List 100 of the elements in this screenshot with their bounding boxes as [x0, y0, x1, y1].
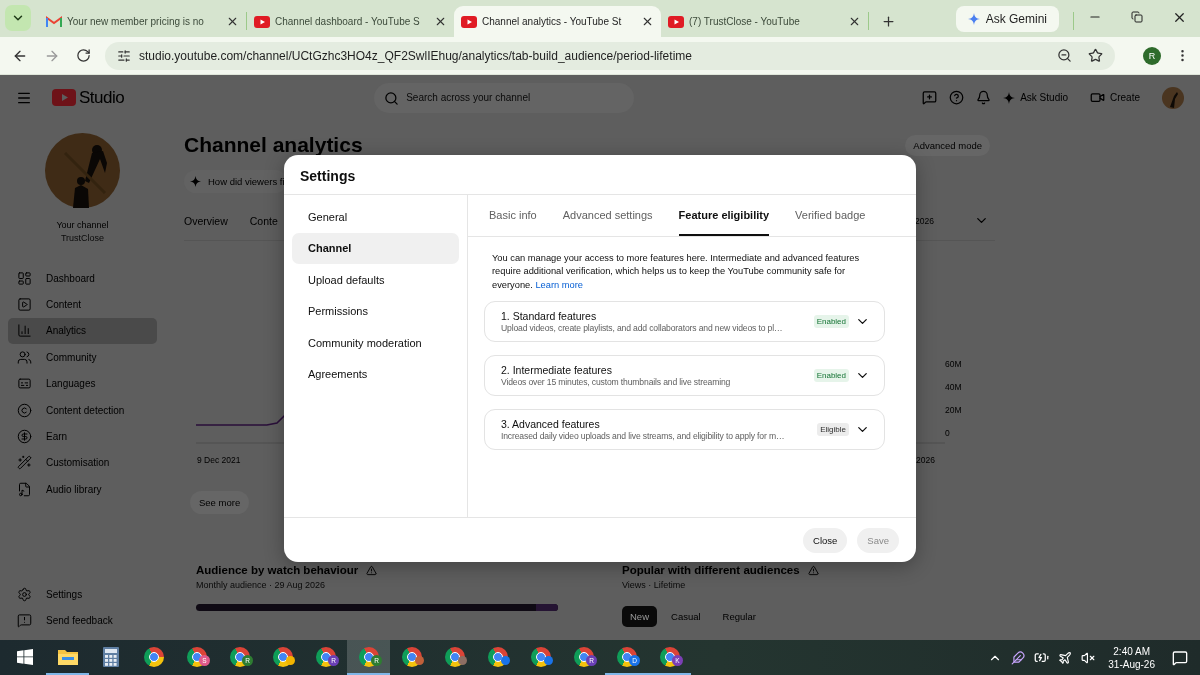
axis-label: 0: [945, 428, 950, 438]
youtube-icon: [254, 15, 270, 28]
help-icon[interactable]: [949, 90, 965, 105]
advanced-mode-button[interactable]: Advanced mode: [905, 134, 990, 156]
search-field[interactable]: Search across your channel: [374, 82, 635, 113]
close-icon[interactable]: [226, 15, 239, 28]
feature-card[interactable]: 3. Advanced features Increased daily video uploads and live streams, and eligibility to apply for m… Eligible: [484, 408, 885, 450]
close-icon[interactable]: [641, 15, 654, 28]
clock-date[interactable]: 31-Aug-26: [1108, 658, 1155, 670]
youtube-icon: [668, 15, 684, 28]
windows-logo-icon: [16, 648, 33, 665]
zoom-icon[interactable]: [1057, 48, 1072, 63]
feature-card[interactable]: 2. Intermediate features Videos over 15 minutes, custom thumbnails and live streaming Enabled: [484, 354, 885, 396]
sparkle-icon: [967, 13, 980, 25]
feature-title: 3. Advanced features: [501, 417, 601, 430]
video-plus-icon: [1090, 90, 1105, 105]
create-button[interactable]: Create: [1090, 90, 1140, 105]
tab-search-button[interactable]: [5, 5, 31, 31]
see-more-button[interactable]: See more: [190, 491, 250, 514]
address-field[interactable]: studio.youtube.com/channel/UCtGzhc3HO4z_QF2SwlIEhug/analytics/tab-build_audience/period-lifetime: [105, 41, 1115, 70]
chrome-icon: [659, 646, 680, 667]
status-badge: Enabled: [813, 368, 849, 382]
ask-studio-button[interactable]: Ask Studio: [1003, 91, 1068, 104]
site-info-icon[interactable]: [117, 48, 131, 63]
sidebar-item[interactable]: Send feedback: [8, 607, 157, 634]
dialog-title: Settings: [284, 155, 916, 195]
sidebar-item[interactable]: Community: [8, 344, 157, 371]
sidebar-item[interactable]: Audio library: [8, 476, 157, 503]
sidebar-item[interactable]: Settings: [8, 581, 157, 608]
filter-chip[interactable]: New: [622, 606, 657, 627]
ask-prompt-chip[interactable]: How did viewers fi: [184, 170, 287, 193]
axis-label: 60M: [945, 359, 962, 369]
learn-more-link[interactable]: Learn more: [535, 279, 583, 290]
chrome-icon: [186, 646, 207, 667]
analytics-tab[interactable]: Overview: [184, 214, 228, 227]
battery-icon[interactable]: [1034, 650, 1050, 665]
plus-icon: [881, 14, 896, 29]
notifications-icon[interactable]: [976, 90, 992, 105]
sidebar-item[interactable]: Earn: [8, 423, 157, 450]
sidebar-item[interactable]: Languages: [8, 370, 157, 397]
tab-title: Channel dashboard - YouTube S: [275, 16, 421, 27]
sidebar-item[interactable]: Content: [8, 291, 157, 318]
settings-tab[interactable]: Verified badge: [795, 195, 866, 236]
feature-title: 2. Intermediate features: [501, 363, 613, 376]
airplane-icon[interactable]: [1058, 650, 1073, 665]
feedback-icon: [17, 613, 32, 629]
play-logo-icon: [52, 89, 76, 106]
settings-nav-item[interactable]: General: [292, 201, 459, 232]
sidebar-item[interactable]: Dashboard: [8, 265, 157, 292]
browser-tab[interactable]: (7) TrustClose - YouTube: [661, 6, 868, 37]
chrome-icon: [444, 646, 465, 667]
settings-tab[interactable]: Basic info: [489, 195, 537, 236]
chrome-icon: [143, 646, 164, 667]
filter-chip[interactable]: Casual: [663, 606, 709, 627]
axis-label: 9 Dec 2021: [197, 455, 241, 465]
warning-icon[interactable]: [366, 564, 378, 576]
chrome-icon: [401, 646, 422, 667]
close-icon[interactable]: [434, 15, 447, 28]
axis-label: 20M: [945, 405, 962, 415]
settings-nav-item[interactable]: Permissions: [292, 295, 459, 327]
settings-nav-item[interactable]: Agreements: [292, 358, 459, 390]
sidebar-item[interactable]: Customisation: [8, 449, 157, 477]
settings-tab[interactable]: Feature eligibility: [678, 195, 770, 236]
browser-tab[interactable]: Channel analytics - YouTube St: [454, 6, 661, 37]
muted-speaker-icon[interactable]: [1081, 650, 1096, 665]
bookmark-star-icon[interactable]: [1088, 48, 1103, 63]
chrome-icon: [358, 646, 379, 667]
browser-tab[interactable]: Your new member pricing is no: [39, 6, 246, 37]
close-button[interactable]: Close: [803, 527, 848, 553]
page-title: Channel analytics: [184, 133, 363, 157]
sidebar-item[interactable]: Content detection: [8, 396, 157, 424]
clock-time[interactable]: 2:40 AM: [1113, 645, 1150, 657]
channel-label: Your channel: [56, 220, 109, 230]
feather-icon[interactable]: [1011, 650, 1026, 665]
chrome-icon: [272, 646, 293, 667]
feature-card[interactable]: 1. Standard features Upload videos, create playlists, and add collaborators and new videos to pl… Enabled: [484, 300, 885, 342]
close-icon[interactable]: [848, 15, 861, 28]
chrome-icon: [616, 646, 637, 667]
chrome-icon: [229, 646, 250, 667]
gemini-button[interactable]: Ask Gemini: [955, 6, 1059, 32]
settings-nav-item[interactable]: Channel: [292, 232, 459, 264]
settings-nav-item[interactable]: Upload defaults: [292, 264, 459, 296]
reload-button[interactable]: [74, 46, 93, 65]
section-subtitle: Monthly audience · 29 Aug 2026: [196, 580, 327, 590]
settings-tab[interactable]: Advanced settings: [562, 195, 653, 236]
dollar-icon: [17, 429, 32, 445]
settings-nav-item[interactable]: Community moderation: [292, 327, 459, 359]
profile-avatar[interactable]: R: [1143, 46, 1161, 65]
browser-tab[interactable]: Channel dashboard - YouTube S: [247, 6, 454, 37]
feature-description: Increased daily video uploads and live streams, and eligibility to apply for m…: [501, 430, 786, 441]
notification-icon[interactable]: [1172, 649, 1188, 666]
message-plus-icon[interactable]: [922, 90, 938, 105]
date-range-text: 2026: [915, 215, 934, 226]
youtube-icon: [461, 15, 477, 28]
subtitles-icon: [17, 376, 32, 392]
tab-title: Channel analytics - YouTube St: [482, 16, 623, 27]
warning-icon[interactable]: [807, 564, 819, 576]
filter-chip[interactable]: Regular: [714, 606, 764, 627]
feature-description: Videos over 15 minutes, custom thumbnails and live streaming: [501, 376, 732, 387]
reload-icon: [76, 48, 91, 63]
